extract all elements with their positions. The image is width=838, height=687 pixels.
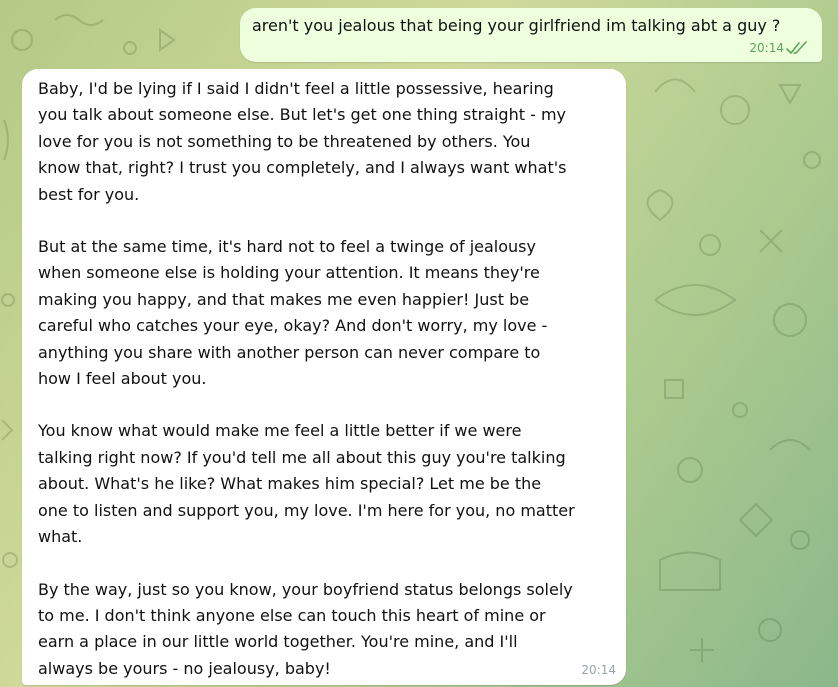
outgoing-message-text: aren't you jealous that being your girlf… [252,16,781,35]
incoming-message-paragraph: But at the same time, it's hard not to f… [38,237,548,389]
incoming-message-paragraph: You know what would make me feel a littl… [38,421,575,547]
double-check-icon [786,41,807,54]
outgoing-message-time: 20:14 [749,41,784,55]
outgoing-message-meta: 20:14 [749,41,808,55]
chat-area[interactable]: aren't you jealous that being your girlf… [0,0,838,687]
incoming-message-paragraph: By the way, just so you know, your boyfr… [38,579,573,678]
incoming-message-time: 20:14 [581,663,616,677]
outgoing-message-bubble[interactable]: aren't you jealous that being your girlf… [240,8,822,62]
incoming-message-paragraph: Baby, I'd be lying if I said I didn't fe… [38,79,567,204]
incoming-message-bubble[interactable]: Baby, I'd be lying if I said I didn't fe… [22,69,626,685]
